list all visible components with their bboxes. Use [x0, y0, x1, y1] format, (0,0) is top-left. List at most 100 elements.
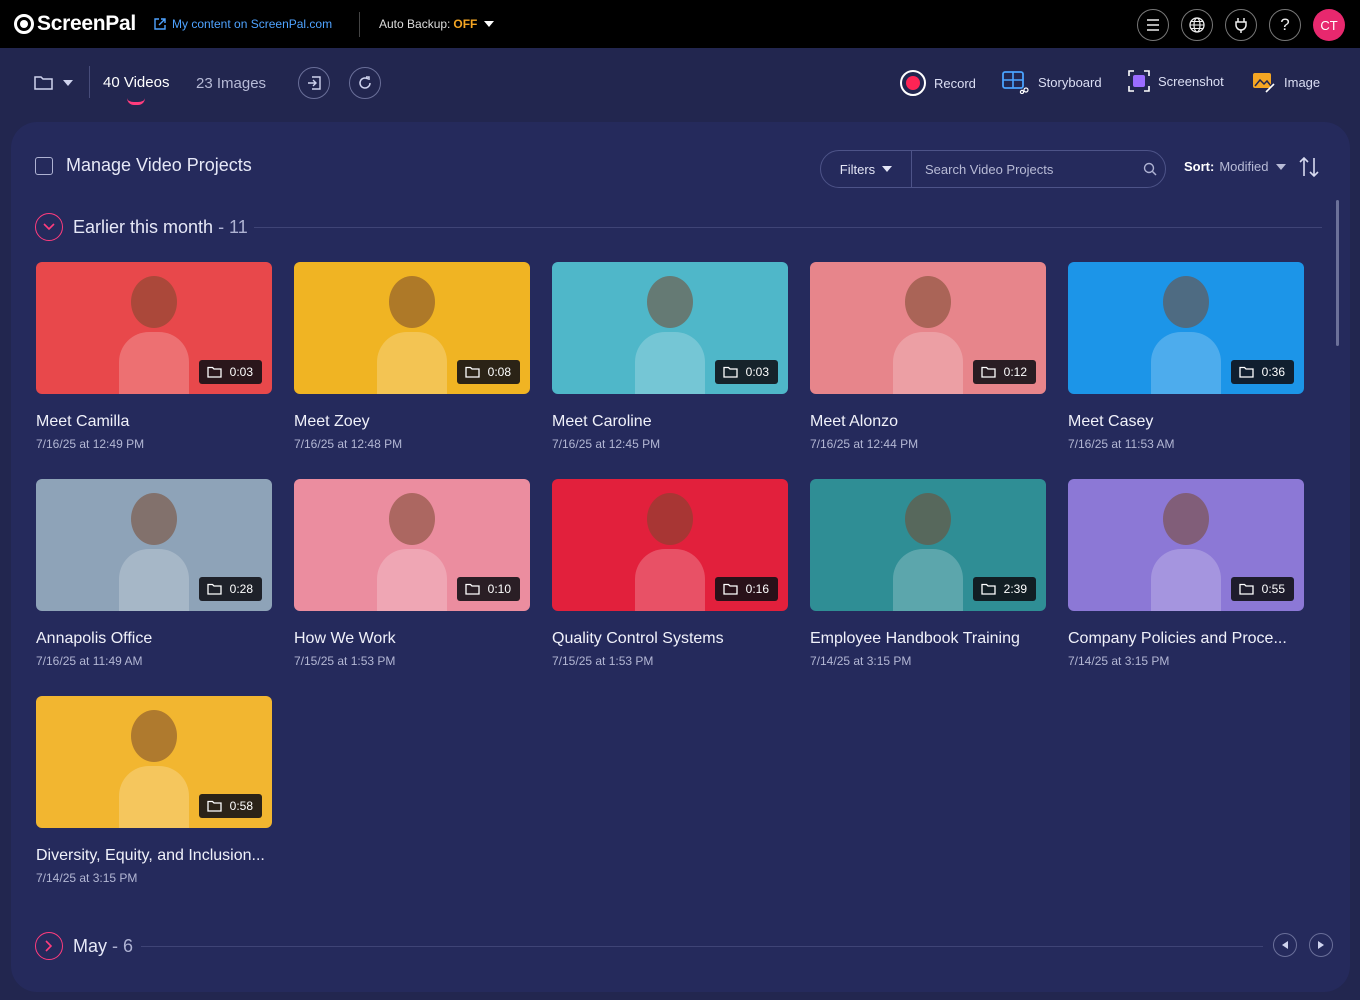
- refresh-button[interactable]: [349, 67, 381, 99]
- video-card[interactable]: 0:16 Quality Control Systems 7/15/25 at 1:…: [552, 479, 788, 668]
- sort-direction-button[interactable]: [1298, 155, 1320, 184]
- next-page-button[interactable]: [1309, 933, 1333, 957]
- video-date: 7/14/25 at 3:15 PM: [810, 654, 912, 668]
- video-card[interactable]: 0:03 Meet Camilla 7/16/25 at 12:49 PM: [36, 262, 272, 451]
- duration-badge: 0:08: [456, 360, 520, 384]
- import-icon: [308, 76, 321, 90]
- video-title[interactable]: Meet Zoey: [294, 413, 530, 431]
- screenpal-logo-icon: [14, 14, 34, 34]
- video-date: 7/14/25 at 3:15 PM: [36, 871, 138, 885]
- screenpal-logo[interactable]: ScreenPal: [14, 12, 136, 36]
- video-card[interactable]: 2:39 Employee Handbook Training 7/14/25 at…: [810, 479, 1046, 668]
- auto-backup-label: Auto Backup:: [379, 17, 451, 31]
- video-title[interactable]: Annapolis Office: [36, 630, 272, 648]
- video-title[interactable]: Meet Camilla: [36, 413, 272, 431]
- video-thumbnail[interactable]: 0:10: [294, 479, 530, 611]
- section-header-may[interactable]: May - 6: [35, 932, 133, 960]
- section-header-earlier-this-month[interactable]: Earlier this month - 11: [35, 213, 248, 241]
- video-thumbnail[interactable]: 0:03: [36, 262, 272, 394]
- auto-backup-toggle[interactable]: Auto Backup: OFF: [379, 17, 495, 31]
- video-title[interactable]: Meet Casey: [1068, 413, 1304, 431]
- thumbnail-subject: [377, 276, 447, 394]
- video-duration: 2:39: [1003, 582, 1027, 596]
- my-content-prefix: My content on: [172, 17, 251, 31]
- record-icon: [900, 70, 926, 96]
- folder-icon: [1238, 366, 1254, 378]
- image-button[interactable]: Image: [1252, 70, 1320, 94]
- thumbnail-subject: [635, 493, 705, 611]
- video-title[interactable]: Employee Handbook Training: [810, 630, 1046, 648]
- record-button[interactable]: Record: [900, 70, 976, 96]
- video-thumbnail[interactable]: 0:16: [552, 479, 788, 611]
- manage-video-projects[interactable]: Manage Video Projects: [35, 155, 252, 176]
- import-button[interactable]: [298, 67, 330, 99]
- screenshot-label: Screenshot: [1158, 73, 1224, 89]
- video-thumbnail[interactable]: 0:36: [1068, 262, 1304, 394]
- sort-dropdown[interactable]: Sort: Modified: [1184, 159, 1287, 174]
- video-card[interactable]: 0:58 Diversity, Equity, and Inclusion... 7…: [36, 696, 272, 885]
- image-icon: [1253, 73, 1275, 93]
- video-thumbnail[interactable]: 0:55: [1068, 479, 1304, 611]
- folder-icon: [722, 366, 738, 378]
- refresh-icon: [359, 76, 371, 89]
- triangle-left-icon: [1282, 941, 1288, 949]
- language-button[interactable]: [1181, 9, 1213, 41]
- video-title[interactable]: Company Policies and Proce...: [1068, 630, 1304, 648]
- folder-icon: [980, 583, 996, 595]
- video-title[interactable]: How We Work: [294, 630, 530, 648]
- section-divider: [141, 946, 1263, 947]
- triangle-right-icon: [1318, 941, 1324, 949]
- folder-icon: [206, 583, 222, 595]
- video-duration: 0:12: [1003, 365, 1027, 379]
- integrations-button[interactable]: [1225, 9, 1257, 41]
- video-title[interactable]: Meet Alonzo: [810, 413, 1046, 431]
- search-bar: Filters: [820, 150, 1166, 188]
- video-card[interactable]: 0:36 Meet Casey 7/16/25 at 11:53 AM: [1068, 262, 1304, 451]
- tab-images[interactable]: 23 Images: [196, 75, 266, 92]
- video-thumbnail[interactable]: 0:58: [36, 696, 272, 828]
- previous-page-button[interactable]: [1273, 933, 1297, 957]
- video-card[interactable]: 0:12 Meet Alonzo 7/16/25 at 12:44 PM: [810, 262, 1046, 451]
- video-title[interactable]: Quality Control Systems: [552, 630, 788, 648]
- folder-menu-button[interactable]: [34, 75, 73, 90]
- search-icon[interactable]: [1135, 162, 1165, 176]
- help-button[interactable]: ?: [1269, 9, 1301, 41]
- scrollbar[interactable]: [1336, 200, 1339, 346]
- video-date: 7/16/25 at 12:48 PM: [294, 437, 403, 451]
- video-duration: 0:28: [229, 582, 253, 596]
- storyboard-label: Storyboard: [1038, 74, 1102, 90]
- record-label: Record: [934, 75, 976, 91]
- video-card[interactable]: 0:28 Annapolis Office 7/16/25 at 11:49 AM: [36, 479, 272, 668]
- video-card[interactable]: 0:10 How We Work 7/15/25 at 1:53 PM: [294, 479, 530, 668]
- video-title[interactable]: Diversity, Equity, and Inclusion...: [36, 847, 272, 865]
- user-avatar[interactable]: CT: [1313, 9, 1345, 41]
- video-projects-panel: Manage Video Projects Filters Sort: Modi…: [11, 122, 1350, 992]
- video-date: 7/15/25 at 1:53 PM: [294, 654, 396, 668]
- chevron-right-icon[interactable]: [35, 932, 63, 960]
- video-card[interactable]: 0:08 Meet Zoey 7/16/25 at 12:48 PM: [294, 262, 530, 451]
- chevron-down-icon[interactable]: [35, 213, 63, 241]
- search-input[interactable]: [912, 151, 1135, 187]
- video-date: 7/16/25 at 11:49 AM: [36, 654, 143, 668]
- video-thumbnail[interactable]: 2:39: [810, 479, 1046, 611]
- screenshot-button[interactable]: Screenshot: [1128, 70, 1224, 92]
- filters-label: Filters: [839, 161, 876, 177]
- my-content-link[interactable]: My content on ScreenPal.com: [154, 17, 332, 31]
- folder-icon: [1238, 583, 1254, 595]
- storyboard-button[interactable]: Storyboard: [1002, 70, 1102, 94]
- video-title[interactable]: Meet Caroline: [552, 413, 788, 431]
- thumbnail-subject: [377, 493, 447, 611]
- menu-button[interactable]: [1137, 9, 1169, 41]
- video-card[interactable]: 0:03 Meet Caroline 7/16/25 at 12:45 PM: [552, 262, 788, 451]
- filters-dropdown[interactable]: Filters: [821, 151, 912, 187]
- video-thumbnail[interactable]: 0:08: [294, 262, 530, 394]
- video-card[interactable]: 0:55 Company Policies and Proce... 7/14/25…: [1068, 479, 1304, 668]
- tab-videos[interactable]: 40 Videos: [103, 74, 169, 91]
- select-all-checkbox[interactable]: [35, 156, 53, 175]
- duration-badge: 0:36: [1230, 360, 1294, 384]
- video-thumbnail[interactable]: 0:12: [810, 262, 1046, 394]
- duration-badge: 0:58: [198, 794, 262, 818]
- video-thumbnail[interactable]: 0:28: [36, 479, 272, 611]
- video-thumbnail[interactable]: 0:03: [552, 262, 788, 394]
- active-tab-indicator: [127, 98, 145, 105]
